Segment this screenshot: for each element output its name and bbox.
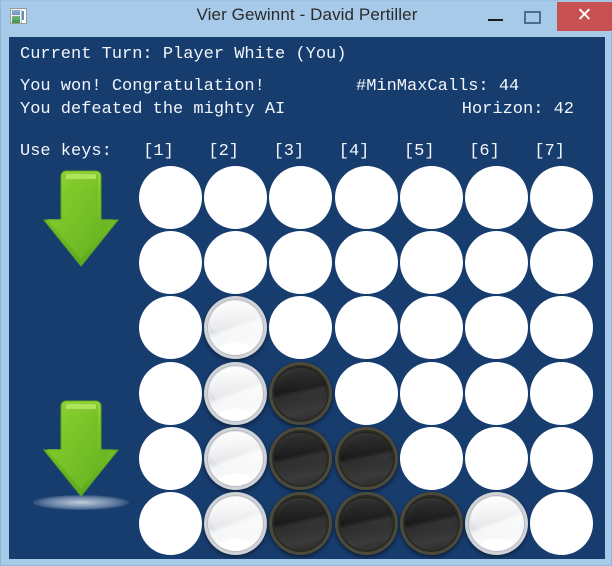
- connect-four-board[interactable]: [139, 166, 605, 559]
- board-cell-r1-c1[interactable]: [204, 231, 268, 295]
- app-window: Vier Gewinnt - David Pertiller ✕ Current…: [0, 0, 612, 566]
- board-cell-r5-c1[interactable]: [204, 492, 268, 555]
- column-key-4[interactable]: [4]: [334, 142, 374, 161]
- board-cell-r2-c3[interactable]: [334, 296, 398, 360]
- board-cell-r2-c2[interactable]: [269, 296, 333, 360]
- board-cell-r2-c6[interactable]: [530, 296, 594, 360]
- maximize-button[interactable]: [517, 1, 548, 32]
- board-cell-r3-c6[interactable]: [530, 361, 594, 425]
- board-cell-r4-c6[interactable]: [530, 426, 594, 490]
- board-cell-r3-c2[interactable]: [269, 361, 333, 425]
- minimize-icon: [488, 19, 503, 21]
- board-cell-r0-c4[interactable]: [399, 166, 463, 229]
- board-cell-r0-c5[interactable]: [465, 166, 528, 229]
- horizon-text: Horizon: 42: [461, 100, 574, 119]
- column-key-7[interactable]: [7]: [530, 142, 570, 161]
- use-keys-label: Use keys:: [20, 142, 112, 161]
- board-cell-r2-c4[interactable]: [399, 296, 463, 360]
- arrow-down-icon: [42, 170, 120, 267]
- result-line-1: You won! Congratulation!: [20, 77, 265, 96]
- board-cell-r2-c0[interactable]: [139, 296, 202, 360]
- board-cell-r0-c0[interactable]: [139, 166, 202, 229]
- game-canvas: Current Turn: Player White (You) You won…: [9, 37, 605, 559]
- board-cell-r5-c2[interactable]: [269, 492, 333, 555]
- board-cell-r5-c0[interactable]: [139, 492, 202, 555]
- arrow-down-icon: [42, 400, 120, 497]
- column-key-3[interactable]: [3]: [269, 142, 309, 161]
- board-cell-r1-c6[interactable]: [530, 231, 594, 295]
- board-cell-r0-c1[interactable]: [204, 166, 268, 229]
- board-cell-r0-c2[interactable]: [269, 166, 333, 229]
- column-key-2[interactable]: [2]: [204, 142, 244, 161]
- board-cell-r4-c2[interactable]: [269, 426, 333, 490]
- board-cell-r5-c5[interactable]: [465, 492, 528, 555]
- board-cell-r0-c3[interactable]: [334, 166, 398, 229]
- board-cell-r1-c5[interactable]: [465, 231, 528, 295]
- board-cell-r4-c0[interactable]: [139, 426, 202, 490]
- board-cell-r1-c3[interactable]: [334, 231, 398, 295]
- board-cell-r3-c4[interactable]: [399, 361, 463, 425]
- column-key-6[interactable]: [6]: [465, 142, 505, 161]
- board-cell-r5-c4[interactable]: [399, 492, 463, 555]
- board-cell-r5-c6[interactable]: [530, 492, 594, 555]
- drop-indicator-arrow-bottom: [33, 399, 129, 510]
- board-cell-r4-c3[interactable]: [334, 426, 398, 490]
- board-cell-r4-c4[interactable]: [399, 426, 463, 490]
- minimize-button[interactable]: [480, 1, 511, 32]
- board-cell-r3-c0[interactable]: [139, 361, 202, 425]
- close-button[interactable]: ✕: [557, 2, 612, 31]
- maximize-icon: [524, 11, 541, 24]
- board-cell-r1-c0[interactable]: [139, 231, 202, 295]
- column-key-1[interactable]: [1]: [139, 142, 179, 161]
- board-cell-r2-c1[interactable]: [204, 296, 268, 360]
- result-line-2: You defeated the mighty AI: [20, 100, 286, 119]
- board-cell-r5-c3[interactable]: [334, 492, 398, 555]
- board-cell-r2-c5[interactable]: [465, 296, 528, 360]
- board-cell-r3-c3[interactable]: [334, 361, 398, 425]
- minmax-calls-text: #MinMaxCalls: 44: [356, 77, 520, 96]
- board-cell-r3-c5[interactable]: [465, 361, 528, 425]
- board-cell-r0-c6[interactable]: [530, 166, 594, 229]
- board-cell-r1-c4[interactable]: [399, 231, 463, 295]
- column-key-5[interactable]: [5]: [399, 142, 439, 161]
- close-icon: ✕: [576, 5, 593, 26]
- current-turn-text: Current Turn: Player White (You): [20, 45, 347, 64]
- board-cell-r4-c5[interactable]: [465, 426, 528, 490]
- board-cell-r4-c1[interactable]: [204, 426, 268, 490]
- title-bar: Vier Gewinnt - David Pertiller ✕: [1, 1, 612, 32]
- board-cell-r3-c1[interactable]: [204, 361, 268, 425]
- board-cell-r1-c2[interactable]: [269, 231, 333, 295]
- drop-indicator-arrow-top: [40, 169, 122, 269]
